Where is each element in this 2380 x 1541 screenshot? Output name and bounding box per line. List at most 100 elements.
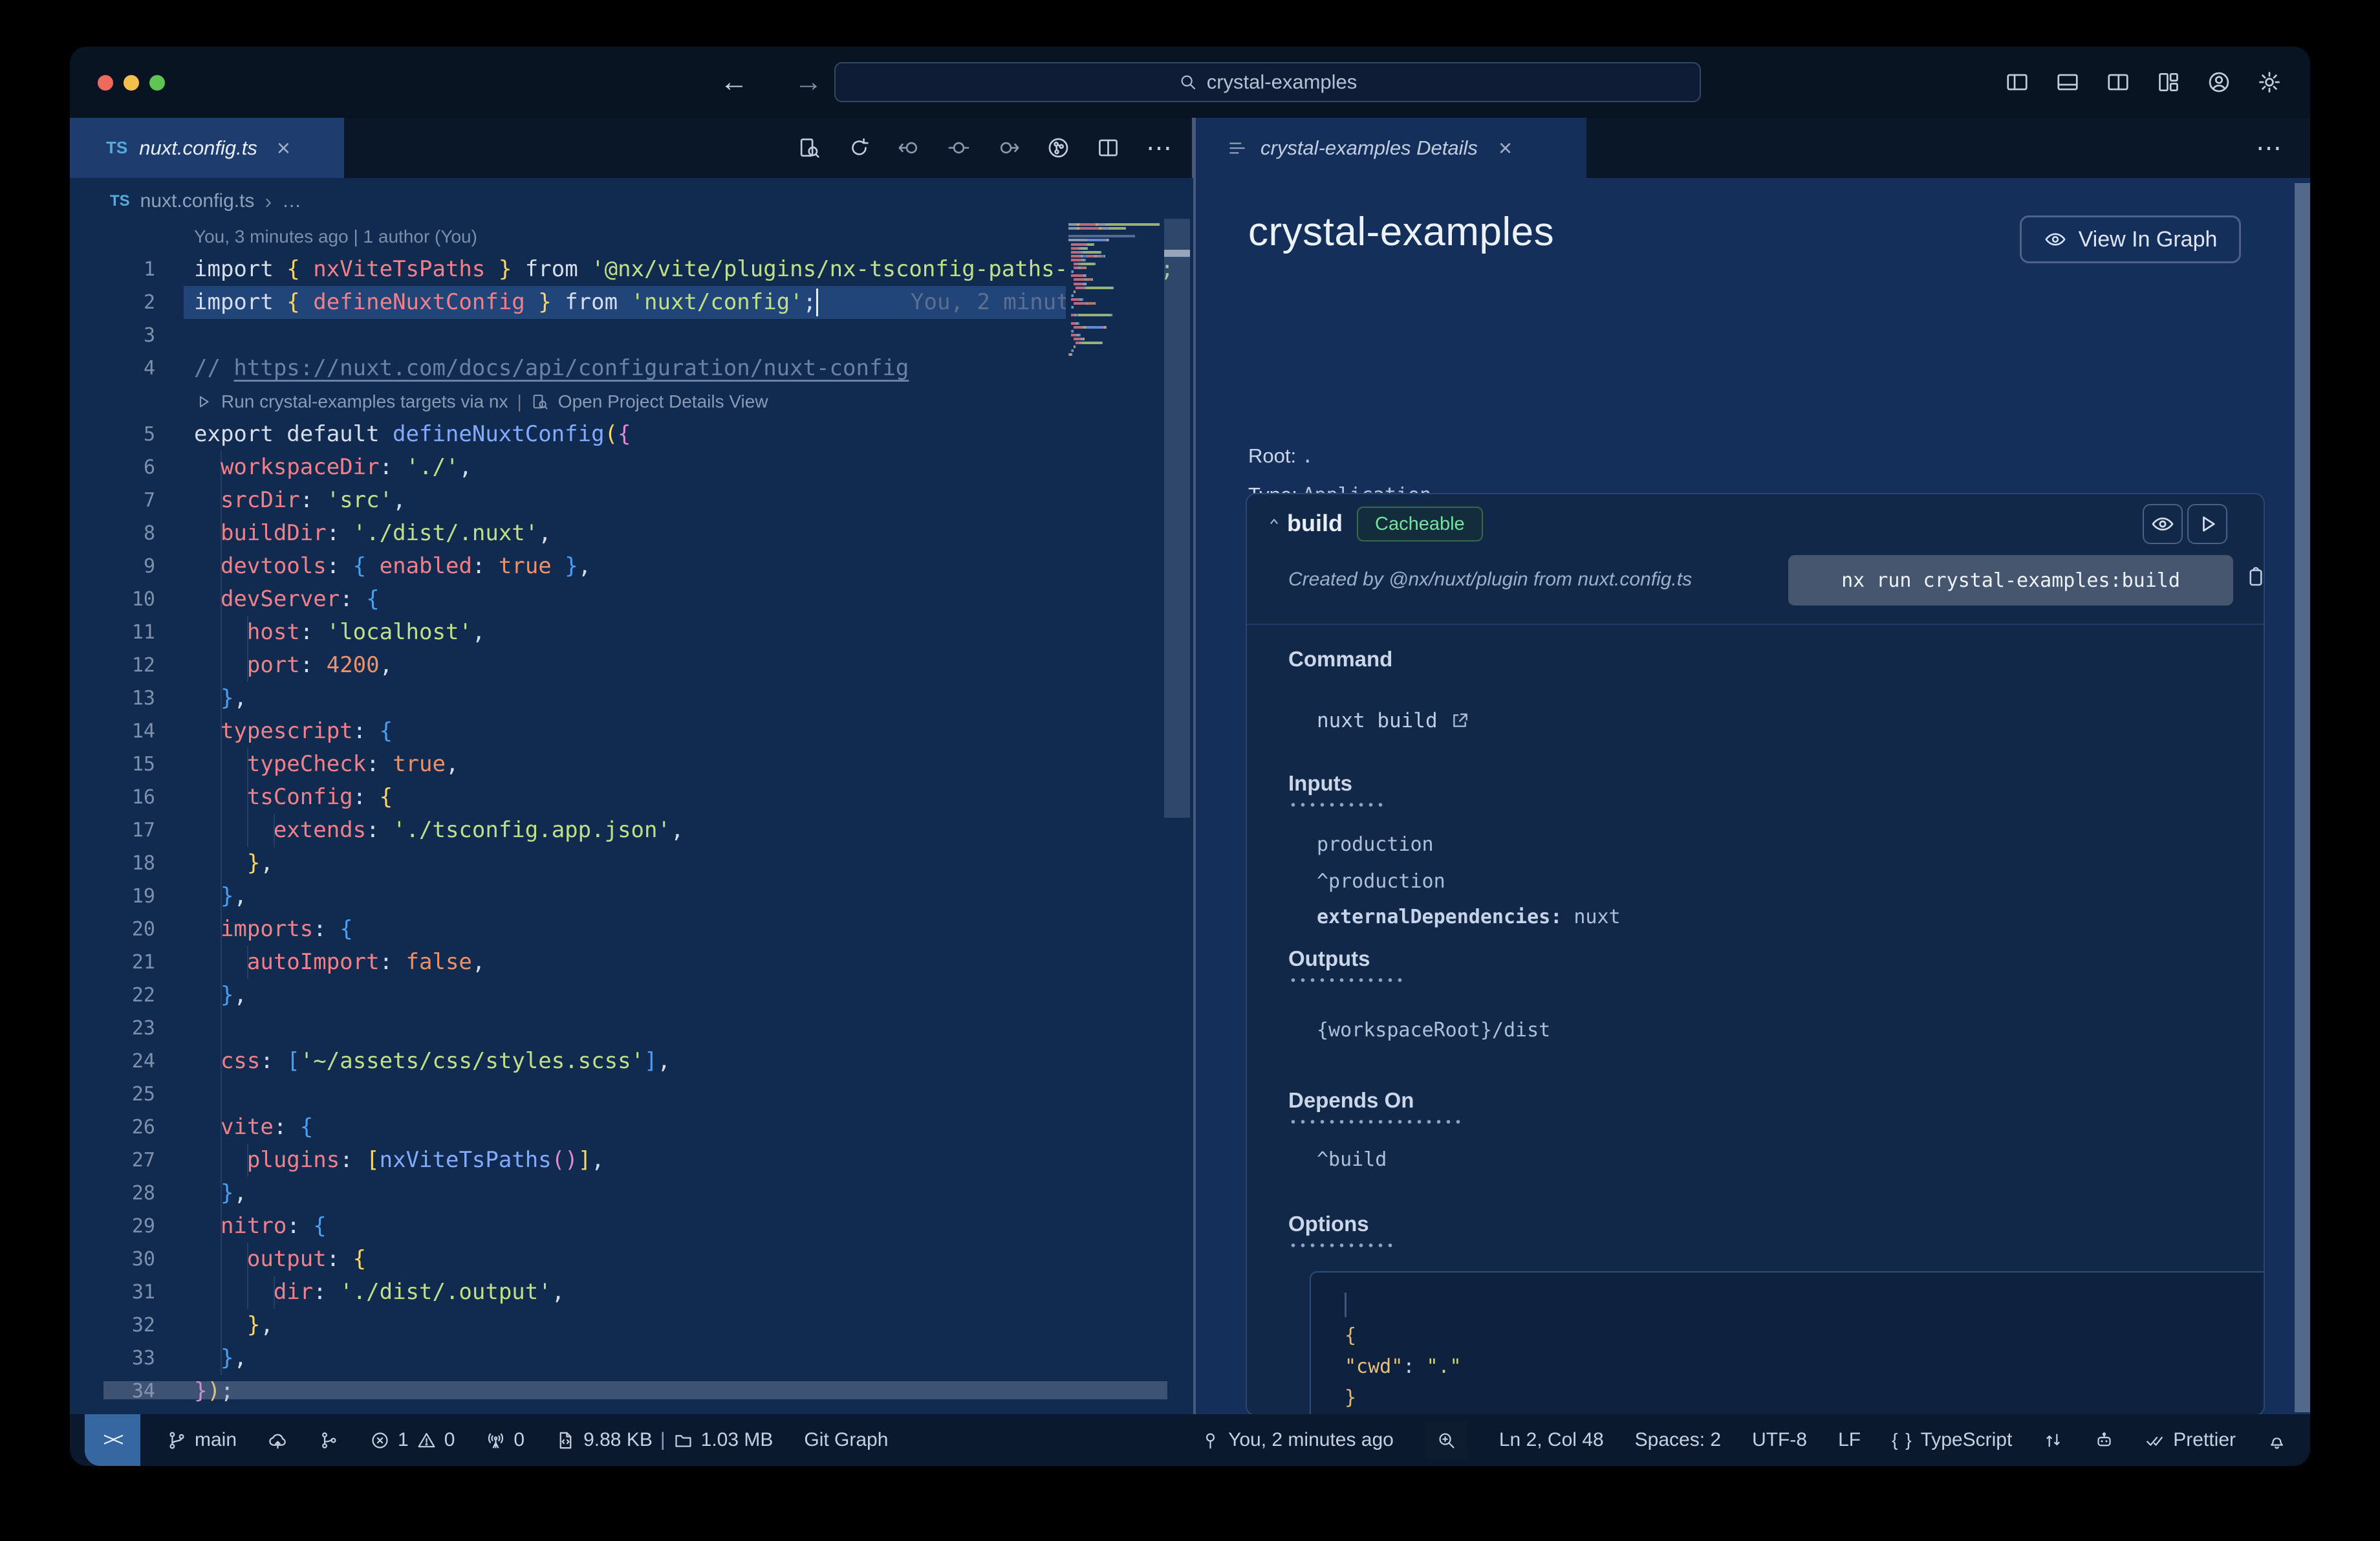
split-editor-icon[interactable] xyxy=(1096,136,1120,160)
status-indentation[interactable]: Spaces: 2 xyxy=(1635,1429,1721,1451)
codelens-run-link[interactable]: Run crystal-examples targets via nx xyxy=(221,385,508,418)
forward-icon[interactable]: → xyxy=(794,47,823,118)
line-number: 25 xyxy=(131,1083,155,1106)
external-link-icon[interactable] xyxy=(1449,710,1470,731)
project-details-icon[interactable] xyxy=(531,393,549,411)
breadcrumb[interactable]: TS nuxt.config.ts › … xyxy=(110,184,301,218)
status-publish[interactable] xyxy=(268,1430,288,1450)
prev-change-icon[interactable] xyxy=(897,136,921,160)
code-line-31: 31 dir: './dist/.output', xyxy=(70,1276,1193,1309)
status-file-size[interactable]: 9.88 KB | 1.03 MB xyxy=(556,1429,773,1451)
status-encoding[interactable]: UTF-8 xyxy=(1752,1429,1807,1451)
search-value: crystal-examples xyxy=(1206,71,1358,93)
layout-sidebar-right-icon[interactable] xyxy=(2106,70,2130,94)
status-cursor-position-label: Ln 2, Col 48 xyxy=(1498,1429,1604,1450)
more-actions-icon[interactable]: ⋯ xyxy=(1146,133,1174,163)
layout-grid-icon[interactable] xyxy=(2156,70,2181,94)
indent-guide xyxy=(221,451,222,1375)
status-file-size-label: 9.88 KB xyxy=(583,1429,653,1450)
code-line-7: 7 srcDir: 'src', xyxy=(70,484,1193,517)
horizontal-scrollbar[interactable] xyxy=(103,1381,1167,1399)
minimap[interactable] xyxy=(1066,178,1164,1414)
target-name[interactable]: build xyxy=(1287,510,1343,537)
status-encoding-label: UTF-8 xyxy=(1752,1429,1808,1450)
line-number: 18 xyxy=(131,852,155,875)
maximize-window-button[interactable] xyxy=(149,75,165,91)
layout-sidebar-left-icon[interactable] xyxy=(2005,70,2029,94)
breadcrumb-symbol[interactable]: … xyxy=(282,190,301,212)
view-target-button[interactable] xyxy=(2143,504,2183,544)
next-change-icon[interactable] xyxy=(997,136,1021,160)
status-git-graph[interactable]: Git Graph xyxy=(804,1429,888,1451)
blame-ghost-text: You, 2 minut xyxy=(911,289,1070,315)
dotted-underline xyxy=(1288,978,1403,983)
code-line-11: 11 host: 'localhost', xyxy=(70,616,1193,649)
codelens-open-link[interactable]: Open Project Details View xyxy=(558,385,768,418)
tab-project-details[interactable]: crystal-examples Details × xyxy=(1196,118,1586,178)
more-actions-icon[interactable]: ⋯ xyxy=(2256,118,2284,178)
codelens-row[interactable]: Run crystal-examples targets via nx | Open… xyxy=(70,385,1193,418)
check-double-icon xyxy=(2145,1430,2165,1450)
status-blame[interactable]: You, 2 minutes ago xyxy=(1200,1429,1394,1451)
code-line-26: 26 vite: { xyxy=(70,1111,1193,1144)
code-line-33: 33 }, xyxy=(70,1342,1193,1375)
close-tab-icon[interactable]: × xyxy=(1498,135,1512,162)
line-number: 19 xyxy=(131,885,155,908)
play-icon[interactable] xyxy=(194,393,212,411)
breadcrumb-file[interactable]: nuxt.config.ts xyxy=(140,190,255,212)
refresh-icon[interactable] xyxy=(847,136,871,160)
status-copilot[interactable] xyxy=(2094,1430,2114,1450)
cloud-upload-icon xyxy=(268,1430,288,1450)
line-number: 6 xyxy=(143,456,155,479)
panel-tab-strip: crystal-examples Details × ⋯ xyxy=(1196,118,2310,178)
close-window-button[interactable] xyxy=(98,75,113,91)
graph-circle-icon[interactable] xyxy=(1046,136,1070,160)
panel-scrollbar[interactable] xyxy=(2295,183,2310,1412)
code-line-4: 4// https://nuxt.com/docs/api/configurat… xyxy=(70,352,1193,385)
code-line-22: 22 }, xyxy=(70,979,1193,1012)
status-problems[interactable]: 10 xyxy=(370,1429,455,1451)
view-in-graph-button[interactable]: View In Graph xyxy=(2020,215,2241,263)
status-notifications[interactable] xyxy=(2267,1430,2287,1450)
run-target-button[interactable] xyxy=(2187,504,2227,544)
circle-dash-icon[interactable] xyxy=(947,136,971,160)
file-search-icon[interactable] xyxy=(797,136,821,160)
indent-guide xyxy=(274,1276,275,1309)
status-formatter[interactable]: Prettier xyxy=(2145,1429,2236,1451)
titlebar-layout-controls xyxy=(2005,47,2282,118)
status-cursor-position[interactable]: Ln 2, Col 48 xyxy=(1499,1429,1604,1451)
eye-icon xyxy=(2044,228,2067,251)
gear-icon[interactable] xyxy=(2257,70,2282,94)
status-sync[interactable] xyxy=(2043,1430,2063,1450)
file-code-icon xyxy=(556,1430,576,1450)
typescript-file-icon: TS xyxy=(106,138,128,157)
close-tab-icon[interactable]: × xyxy=(277,135,290,162)
options-json-box[interactable]: {"cwd": "."} xyxy=(1310,1271,2264,1414)
code-line-10: 10 devServer: { xyxy=(70,583,1193,616)
status-ports[interactable]: 0 xyxy=(486,1429,525,1451)
vertical-scrollbar[interactable] xyxy=(1164,219,1190,818)
status-language-label: TypeScript xyxy=(1920,1429,2013,1450)
chevron-up-icon[interactable] xyxy=(1265,512,1283,530)
status-source-control-graph[interactable] xyxy=(319,1430,339,1450)
code-line-8: 8 buildDir: './dist/.nuxt', xyxy=(70,517,1193,550)
copy-icon[interactable] xyxy=(2244,565,2264,589)
status-blame-label: You, 2 minutes ago xyxy=(1228,1429,1394,1450)
nx-run-command-chip[interactable]: nx run crystal-examples:build xyxy=(1788,555,2233,606)
account-icon[interactable] xyxy=(2207,70,2231,94)
status-language[interactable]: { } TypeScript xyxy=(1892,1429,2012,1451)
minimize-window-button[interactable] xyxy=(124,75,139,91)
status-zoom[interactable] xyxy=(1424,1421,1468,1459)
tab-nuxt-config[interactable]: TS nuxt.config.ts × xyxy=(70,118,344,178)
depends-item: ^build xyxy=(1317,1148,1387,1171)
project-details-panel: crystal-examples View In Graph Root: . T… xyxy=(1196,178,2310,1414)
remote-indicator[interactable]: >< xyxy=(85,1414,140,1466)
status-branch[interactable]: main xyxy=(167,1429,237,1451)
status-eol[interactable]: LF xyxy=(1838,1429,1861,1451)
back-icon[interactable]: ← xyxy=(720,47,748,118)
options-json-row: "cwd": "." xyxy=(1345,1355,1462,1378)
error-circle-icon xyxy=(370,1430,390,1450)
command-center-search[interactable]: crystal-examples xyxy=(834,62,1701,102)
layout-panel-icon[interactable] xyxy=(2055,70,2080,94)
code-editor: TS nuxt.config.ts › … You, 3 minutes ago… xyxy=(70,178,1193,1414)
